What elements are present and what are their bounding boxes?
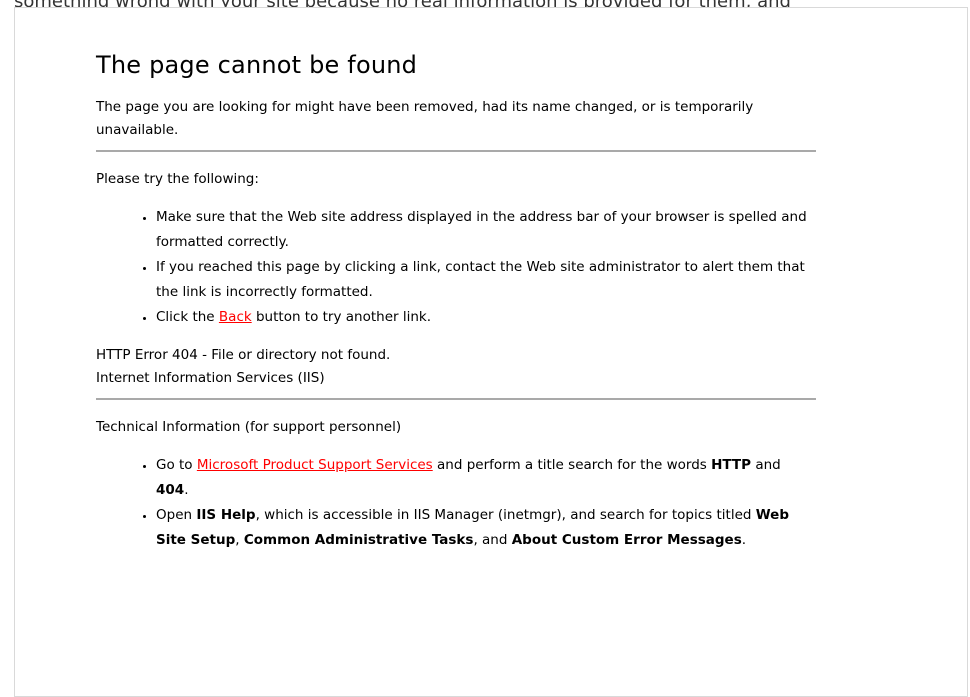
item-text: and	[751, 457, 781, 473]
list-item: Make sure that the Web site address disp…	[156, 205, 816, 255]
item-text: button to try another link.	[251, 309, 432, 325]
back-link[interactable]: Back	[219, 309, 252, 325]
error-page-content: The page cannot be found The page you ar…	[96, 50, 816, 567]
bold-term: About Custom Error Messages	[511, 532, 742, 548]
item-text: ,	[235, 532, 244, 548]
bold-term: HTTP	[711, 457, 752, 473]
microsoft-support-link[interactable]: Microsoft Product Support Services	[197, 457, 433, 473]
list-item: Go to Microsoft Product Support Services…	[156, 453, 816, 503]
list-item: If you reached this page by clicking a l…	[156, 255, 816, 305]
divider	[96, 150, 816, 152]
item-text: Go to	[156, 457, 197, 473]
embedded-screenshot-frame: The page cannot be found The page you ar…	[14, 7, 968, 697]
list-item: Open IIS Help, which is accessible in II…	[156, 503, 816, 553]
bold-term: 404	[156, 482, 185, 498]
server-name-line: Internet Information Services (IIS)	[96, 370, 325, 386]
item-text: , and	[473, 532, 512, 548]
try-list: Make sure that the Web site address disp…	[96, 205, 816, 330]
item-text: and perform a title search for the words	[432, 457, 712, 473]
page-title: The page cannot be found	[96, 51, 418, 79]
bold-term: IIS Help	[196, 507, 256, 523]
tech-list: Go to Microsoft Product Support Services…	[96, 453, 816, 553]
item-text: , which is accessible in IIS Manager (in…	[255, 507, 756, 523]
divider	[96, 398, 816, 400]
item-text: .	[184, 482, 189, 498]
tech-heading: Technical Information (for support perso…	[96, 419, 402, 435]
item-text: Click the	[156, 309, 219, 325]
list-item: Click the Back button to try another lin…	[156, 305, 816, 330]
error-code-line: HTTP Error 404 - File or directory not f…	[96, 347, 391, 363]
intro-text: The page you are looking for might have …	[96, 99, 754, 138]
item-text: Open	[156, 507, 197, 523]
try-heading: Please try the following:	[96, 171, 259, 187]
item-text: .	[741, 532, 747, 548]
bold-term: Common Administrative Tasks	[243, 532, 474, 548]
